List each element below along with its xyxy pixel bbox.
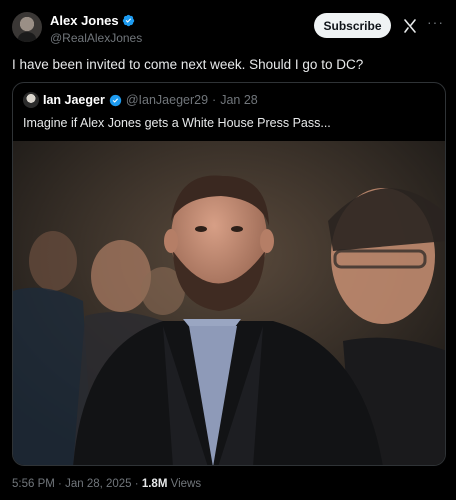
quoted-tweet-date[interactable]: Jan 28 (220, 93, 258, 107)
subscribe-button[interactable]: Subscribe (314, 13, 391, 38)
tweet-date[interactable]: Jan 28, 2025 (65, 478, 132, 490)
tweet-header: Alex Jones @RealAlexJones Subscribe ··· (12, 10, 446, 50)
quoted-tweet-photo[interactable] (13, 141, 446, 466)
tweet-footer: 5:56 PM · Jan 28, 2025 · 1.8M Views (12, 478, 201, 490)
tweet-time[interactable]: 5:56 PM (12, 478, 55, 490)
author-avatar[interactable] (12, 12, 42, 42)
footer-separator-2: · (134, 478, 139, 490)
quoted-tweet-header: Ian Jaeger @IanJaeger29 · Jan 28 (23, 92, 258, 108)
quoted-tweet[interactable]: Ian Jaeger @IanJaeger29 · Jan 28 Imagine… (12, 82, 446, 466)
grok-icon[interactable] (402, 18, 418, 34)
footer-separator: · (58, 478, 62, 490)
quoted-author-handle[interactable]: @IanJaeger29 (126, 93, 208, 107)
author-name-text[interactable]: Alex Jones (50, 13, 119, 28)
quoted-verified-badge-icon (109, 94, 122, 106)
quoted-author-avatar[interactable] (23, 92, 39, 108)
views-count[interactable]: 1.8M (142, 478, 168, 490)
quoted-meta-separator: · (212, 93, 217, 107)
tweet-text: I have been invited to come next week. S… (12, 57, 364, 72)
author-display-name[interactable]: Alex Jones (50, 13, 142, 28)
views-label: Views (170, 478, 202, 490)
quoted-tweet-text: Imagine if Alex Jones gets a White House… (23, 116, 331, 130)
quoted-author-name[interactable]: Ian Jaeger (43, 93, 105, 107)
author-name-block[interactable]: Alex Jones @RealAlexJones (50, 13, 142, 45)
verified-badge-icon (122, 14, 134, 27)
author-handle[interactable]: @RealAlexJones (50, 31, 142, 45)
more-options-icon[interactable]: ··· (427, 14, 444, 30)
